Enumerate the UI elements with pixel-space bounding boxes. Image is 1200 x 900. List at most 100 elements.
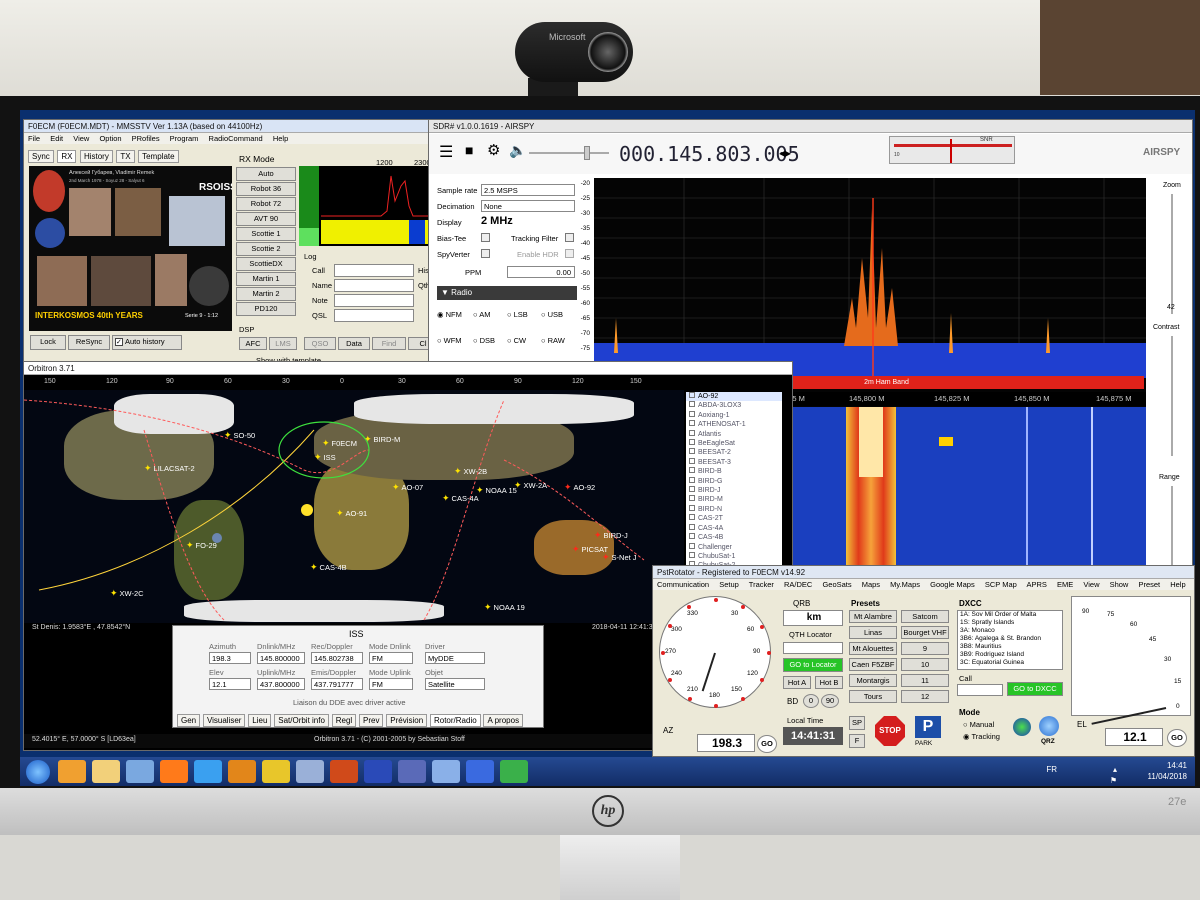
mode-martin2[interactable]: Martin 2 (236, 287, 296, 301)
satellite-checkbox[interactable] (689, 448, 695, 455)
menu-setup[interactable]: Setup (719, 580, 739, 589)
menu-googlemaps[interactable]: Google Maps (930, 580, 975, 589)
satellite-list-item[interactable]: CAS-4B (686, 533, 782, 542)
bias-tee-checkbox[interactable] (481, 233, 490, 242)
mode-robot72[interactable]: Robot 72 (236, 197, 296, 211)
satellite-checkbox[interactable] (689, 486, 695, 493)
satellite-checkbox[interactable] (689, 410, 695, 417)
mode-wfm[interactable]: ○ WFM (437, 336, 462, 345)
satellite-checkbox[interactable] (689, 467, 695, 474)
mode-pd120[interactable]: PD120 (236, 302, 296, 316)
sat-cas4a[interactable]: CAS-4A (442, 493, 479, 504)
gear-icon[interactable]: ⚙ (487, 141, 500, 159)
sat-f0ecm[interactable]: F0ECM (322, 438, 357, 449)
satellite-list-item[interactable]: BIRD-G (686, 476, 782, 486)
mode-manual[interactable]: ○ Manual (963, 720, 994, 729)
zoom-slider[interactable] (1171, 194, 1173, 314)
menu-profiles[interactable]: PRofiles (132, 134, 160, 143)
mode-martin1[interactable]: Martin 1 (236, 272, 296, 286)
f-button[interactable]: F (849, 734, 865, 748)
app-icon-6[interactable] (500, 760, 528, 783)
data-button[interactable]: Data (338, 337, 370, 350)
speaker-icon[interactable]: 🔈 (509, 142, 526, 159)
mode-am[interactable]: ○ AM (473, 310, 490, 319)
log-name-input[interactable] (334, 279, 414, 292)
goto-locator-button[interactable]: GO to Locator (783, 658, 843, 672)
mode-scottie1[interactable]: Scottie 1 (236, 227, 296, 241)
tracking-filter-checkbox[interactable] (565, 233, 574, 242)
sat-so50[interactable]: SO-50 (224, 430, 256, 441)
dxcc-item[interactable]: 1A: Sov Mil Order of Malta (958, 611, 1062, 619)
mode-robot36[interactable]: Robot 36 (236, 182, 296, 196)
radio-section-header[interactable]: ▼ Radio (437, 286, 577, 300)
outlook-icon[interactable] (228, 760, 256, 783)
contrast-slider[interactable] (1171, 336, 1173, 456)
preset-button[interactable]: Bourget VHF (901, 626, 949, 639)
preset-button[interactable]: Tours (849, 690, 897, 703)
app-icon-2[interactable] (296, 760, 324, 783)
el-go-button[interactable]: GO (1167, 729, 1187, 747)
satellite-list-item[interactable]: BIRD-M (686, 495, 782, 504)
tab-regl[interactable]: Regl (331, 714, 357, 727)
sat-s-net-j[interactable]: S-Net J (602, 552, 637, 563)
lms-button[interactable]: LMS (269, 337, 297, 350)
satellite-list-item[interactable]: AO-92 (686, 392, 782, 402)
dxcc-item[interactable]: 3B6: Agalega & St. Brandon (958, 635, 1062, 643)
menu-option[interactable]: Option (99, 134, 121, 143)
globe-icon[interactable] (1013, 718, 1031, 736)
app-icon-1[interactable] (126, 760, 154, 783)
satellite-list-item[interactable]: BEESAT-2 (686, 448, 782, 457)
frequency-display[interactable]: 000.145.803.005 (619, 142, 800, 166)
dxcc-item[interactable]: 1S: Spratly Islands (958, 619, 1062, 627)
menu-program[interactable]: Program (170, 134, 199, 143)
menu-help[interactable]: Help (1170, 580, 1185, 589)
satellite-list-item[interactable]: CAS-4A (686, 523, 782, 533)
mode-tracking[interactable]: ◉ Tracking (963, 732, 1000, 741)
menu-maps[interactable]: Maps (862, 580, 880, 589)
satellite-list-item[interactable]: Atlantis (686, 429, 782, 439)
satellite-checkbox[interactable] (689, 523, 695, 530)
downlink-field[interactable]: 145.800000 (257, 652, 305, 664)
menu-view[interactable]: View (1083, 580, 1099, 589)
mode-scottiedx[interactable]: ScottieDX (236, 257, 296, 271)
sat-iss[interactable]: ISS (314, 452, 336, 463)
menu-show[interactable]: Show (1110, 580, 1129, 589)
menu-preset[interactable]: Preset (1138, 580, 1160, 589)
tune-arrows-icon[interactable]: ◂▸ (779, 146, 791, 160)
object-select[interactable]: Satellite (425, 678, 485, 690)
menu-aprs[interactable]: APRS (1026, 580, 1046, 589)
start-button[interactable] (26, 760, 50, 784)
sat-ao91[interactable]: AO-91 (336, 508, 368, 519)
stop-icon[interactable]: ■ (465, 142, 473, 158)
satellite-list-item[interactable]: CAS-2T (686, 514, 782, 523)
orbitron-task-icon[interactable] (330, 760, 358, 783)
hot-a-button[interactable]: Hot A (783, 676, 811, 689)
dxcc-list[interactable]: 1A: Sov Mil Order of Malta 1S: Spratly Is… (957, 610, 1063, 670)
uplink-field[interactable]: 437.800000 (257, 678, 305, 690)
resync-button[interactable]: ReSync (68, 335, 110, 350)
satellite-checkbox[interactable] (689, 533, 695, 540)
bd-90-button[interactable]: 90 (821, 694, 839, 708)
menu-scpmap[interactable]: SCP Map (985, 580, 1017, 589)
park-icon[interactable]: P (915, 716, 941, 738)
mode-cw[interactable]: ○ CW (507, 336, 526, 345)
preset-button[interactable]: Linas (849, 626, 897, 639)
log-qsl-input[interactable] (334, 309, 414, 322)
sat-xw2a[interactable]: XW-2A (514, 480, 548, 491)
decimation-select[interactable]: None (481, 200, 575, 212)
auto-history-checkbox[interactable]: ✓ Auto history (112, 335, 182, 350)
satellite-list-item[interactable]: BIRD-B (686, 467, 782, 476)
satellite-checkbox[interactable] (689, 392, 695, 398)
menu-icon[interactable]: ☰ (439, 142, 453, 162)
tab-sat-info[interactable]: Sat/Orbit info (274, 714, 329, 727)
tab-apropos[interactable]: A propos (483, 714, 524, 727)
tab-sync[interactable]: Sync (28, 150, 54, 163)
clock[interactable]: 14:41 11/04/2018 (1148, 760, 1187, 782)
tab-prev[interactable]: Prev (359, 714, 384, 727)
mode-scottie2[interactable]: Scottie 2 (236, 242, 296, 256)
sat-ao92[interactable]: AO-92 (564, 482, 596, 493)
qrz-globe-icon[interactable] (1039, 716, 1059, 736)
azimuth-dial[interactable]: 330 30 300 60 270 90 240 120 210 150 180 (659, 596, 771, 708)
preset-button[interactable]: 9 (901, 642, 949, 655)
tab-template[interactable]: Template (138, 150, 179, 163)
